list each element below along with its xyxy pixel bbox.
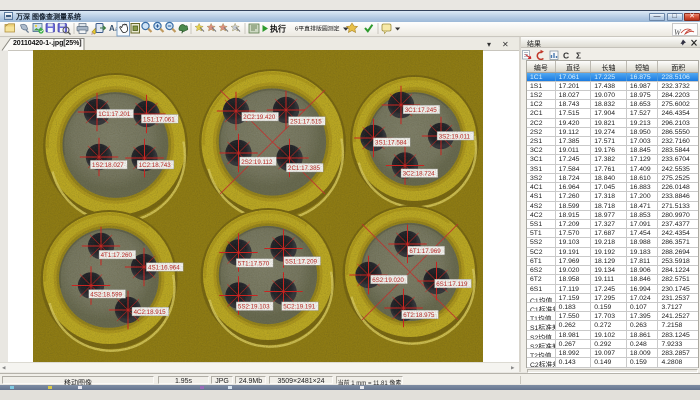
svg-text:C: C xyxy=(563,51,569,61)
svg-text:W: W xyxy=(674,28,682,37)
svg-text:6平直排版圆测定: 6平直排版圆测定 xyxy=(295,25,340,33)
svg-text:执行: 执行 xyxy=(270,23,286,33)
svg-text:Σ: Σ xyxy=(576,51,581,61)
